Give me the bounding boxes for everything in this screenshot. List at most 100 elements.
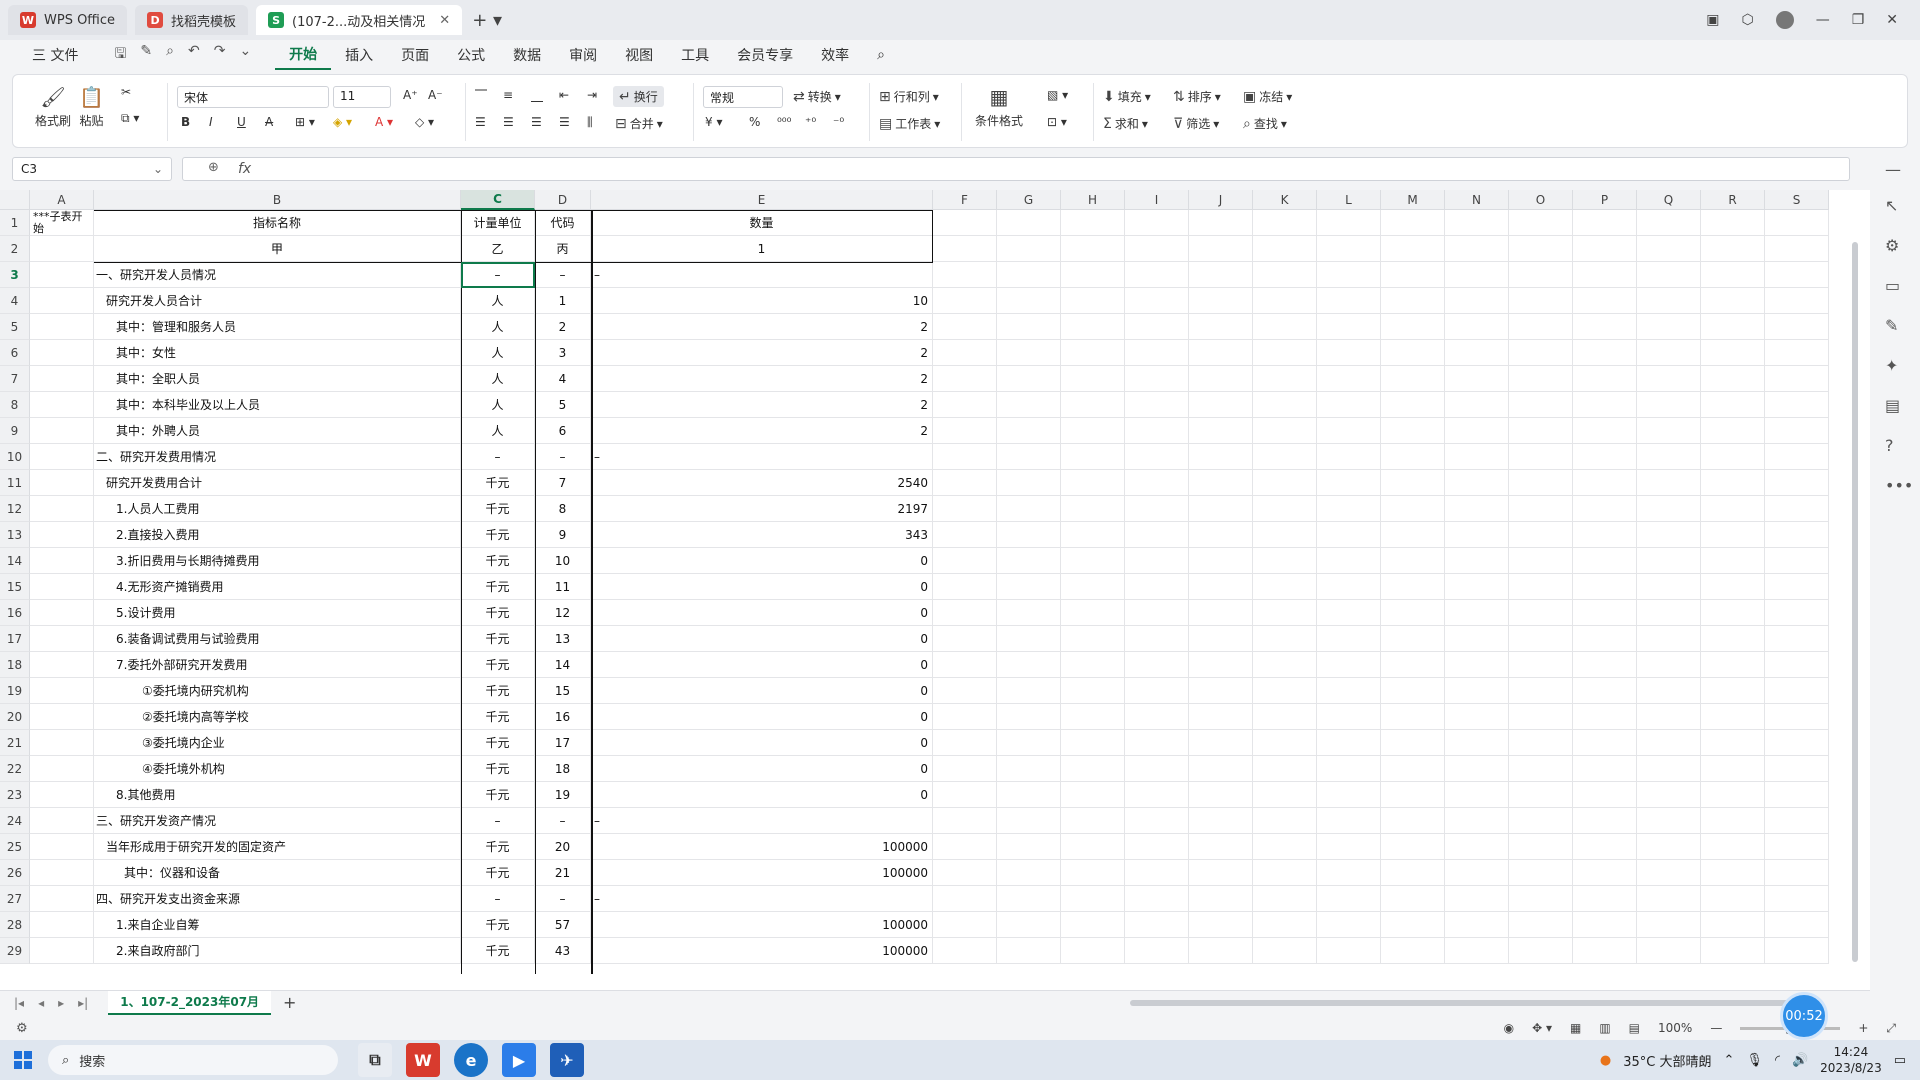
- cell-a15[interactable]: [30, 574, 94, 600]
- note-icon[interactable]: ▭: [1885, 276, 1900, 295]
- cell-i27[interactable]: [1125, 886, 1189, 912]
- cell-e23[interactable]: 0: [591, 782, 933, 808]
- cell-o16[interactable]: [1509, 600, 1573, 626]
- cell-f7[interactable]: [933, 366, 997, 392]
- menu-formula[interactable]: 公式: [443, 40, 499, 70]
- menu-insert[interactable]: 插入: [331, 40, 387, 70]
- weather-text[interactable]: 35°C 大部晴朗: [1623, 1051, 1711, 1070]
- cell-j3[interactable]: [1189, 262, 1253, 288]
- bold-icon[interactable]: B: [181, 115, 190, 129]
- cell-a17[interactable]: [30, 626, 94, 652]
- cell-r23[interactable]: [1701, 782, 1765, 808]
- align-middle-icon[interactable]: ≡: [503, 88, 513, 102]
- cell-h26[interactable]: [1061, 860, 1125, 886]
- cell-n21[interactable]: [1445, 730, 1509, 756]
- add-sheet-icon[interactable]: +: [283, 993, 296, 1012]
- cell-o25[interactable]: [1509, 834, 1573, 860]
- cell-r21[interactable]: [1701, 730, 1765, 756]
- row-header[interactable]: 22: [0, 756, 30, 782]
- cell-n1[interactable]: [1445, 210, 1509, 236]
- cell-n22[interactable]: [1445, 756, 1509, 782]
- column-header-r[interactable]: R: [1701, 190, 1765, 210]
- cell-b17[interactable]: 6.装备调试费用与试验费用: [94, 626, 461, 652]
- cell-s2[interactable]: [1765, 236, 1829, 262]
- cell-i2[interactable]: [1125, 236, 1189, 262]
- cell-b27[interactable]: 四、研究开发支出资金来源: [94, 886, 461, 912]
- cell-o19[interactable]: [1509, 678, 1573, 704]
- cell-o10[interactable]: [1509, 444, 1573, 470]
- cell-m6[interactable]: [1381, 340, 1445, 366]
- cell-d13[interactable]: 9: [535, 522, 591, 548]
- cell-p24[interactable]: [1573, 808, 1637, 834]
- cell-g21[interactable]: [997, 730, 1061, 756]
- app-icon[interactable]: ✈: [550, 1043, 584, 1077]
- cell-j2[interactable]: [1189, 236, 1253, 262]
- cell-q12[interactable]: [1637, 496, 1701, 522]
- cell-h18[interactable]: [1061, 652, 1125, 678]
- cell-h15[interactable]: [1061, 574, 1125, 600]
- cell-n23[interactable]: [1445, 782, 1509, 808]
- cell-b21[interactable]: ③委托境内企业: [94, 730, 461, 756]
- cell-k15[interactable]: [1253, 574, 1317, 600]
- taskbar-search[interactable]: ⌕ 搜索: [48, 1045, 338, 1075]
- prev-sheet-icon[interactable]: ◂: [38, 996, 44, 1010]
- cell-s20[interactable]: [1765, 704, 1829, 730]
- cell-l10[interactable]: [1317, 444, 1381, 470]
- cell-d7[interactable]: 4: [535, 366, 591, 392]
- row-header[interactable]: 8: [0, 392, 30, 418]
- cell-a14[interactable]: [30, 548, 94, 574]
- align-bottom-icon[interactable]: ⎽: [531, 88, 543, 103]
- wifi-icon[interactable]: ◜: [1775, 1053, 1780, 1068]
- cell-i12[interactable]: [1125, 496, 1189, 522]
- cell-c20[interactable]: 千元: [461, 704, 535, 730]
- cell-l25[interactable]: [1317, 834, 1381, 860]
- cell-f19[interactable]: [933, 678, 997, 704]
- cell-d14[interactable]: 10: [535, 548, 591, 574]
- cell-k4[interactable]: [1253, 288, 1317, 314]
- row-header[interactable]: 29: [0, 938, 30, 964]
- cell-d16[interactable]: 12: [535, 600, 591, 626]
- cell-b4[interactable]: 研究开发人员合计: [94, 288, 461, 314]
- row-header[interactable]: 4: [0, 288, 30, 314]
- cell-k19[interactable]: [1253, 678, 1317, 704]
- cell-s12[interactable]: [1765, 496, 1829, 522]
- cell-j1[interactable]: [1189, 210, 1253, 236]
- cell-o18[interactable]: [1509, 652, 1573, 678]
- cell-s25[interactable]: [1765, 834, 1829, 860]
- media-player-icon[interactable]: ▶: [502, 1043, 536, 1077]
- task-view-icon[interactable]: ⧉: [358, 1043, 392, 1077]
- cell-r10[interactable]: [1701, 444, 1765, 470]
- column-header-p[interactable]: P: [1573, 190, 1637, 210]
- cell-e19[interactable]: 0: [591, 678, 933, 704]
- zoom-level[interactable]: 100%: [1658, 1021, 1692, 1035]
- cell-j8[interactable]: [1189, 392, 1253, 418]
- cell-s4[interactable]: [1765, 288, 1829, 314]
- cell-m13[interactable]: [1381, 522, 1445, 548]
- cell-p25[interactable]: [1573, 834, 1637, 860]
- cell-o8[interactable]: [1509, 392, 1573, 418]
- cell-r26[interactable]: [1701, 860, 1765, 886]
- cell-h19[interactable]: [1061, 678, 1125, 704]
- worksheet-button[interactable]: ▤ 工作表 ▾: [879, 115, 940, 132]
- cell-o4[interactable]: [1509, 288, 1573, 314]
- cell-n20[interactable]: [1445, 704, 1509, 730]
- thousands-icon[interactable]: ⁰⁰⁰: [777, 115, 791, 129]
- cell-o1[interactable]: [1509, 210, 1573, 236]
- cell-q18[interactable]: [1637, 652, 1701, 678]
- cell-l6[interactable]: [1317, 340, 1381, 366]
- wps-taskbar-icon[interactable]: W: [406, 1043, 440, 1077]
- convert-button[interactable]: ⇄ 转换 ▾: [793, 88, 841, 105]
- restore-icon[interactable]: ❐: [1852, 12, 1865, 28]
- cell-i15[interactable]: [1125, 574, 1189, 600]
- cell-e3[interactable]: –: [591, 262, 933, 288]
- edit-icon[interactable]: ✎: [140, 43, 152, 67]
- cell-j11[interactable]: [1189, 470, 1253, 496]
- cell-g11[interactable]: [997, 470, 1061, 496]
- cell-j19[interactable]: [1189, 678, 1253, 704]
- cell-f14[interactable]: [933, 548, 997, 574]
- cell-j21[interactable]: [1189, 730, 1253, 756]
- cell-q13[interactable]: [1637, 522, 1701, 548]
- cell-s28[interactable]: [1765, 912, 1829, 938]
- row-header[interactable]: 18: [0, 652, 30, 678]
- cell-c17[interactable]: 千元: [461, 626, 535, 652]
